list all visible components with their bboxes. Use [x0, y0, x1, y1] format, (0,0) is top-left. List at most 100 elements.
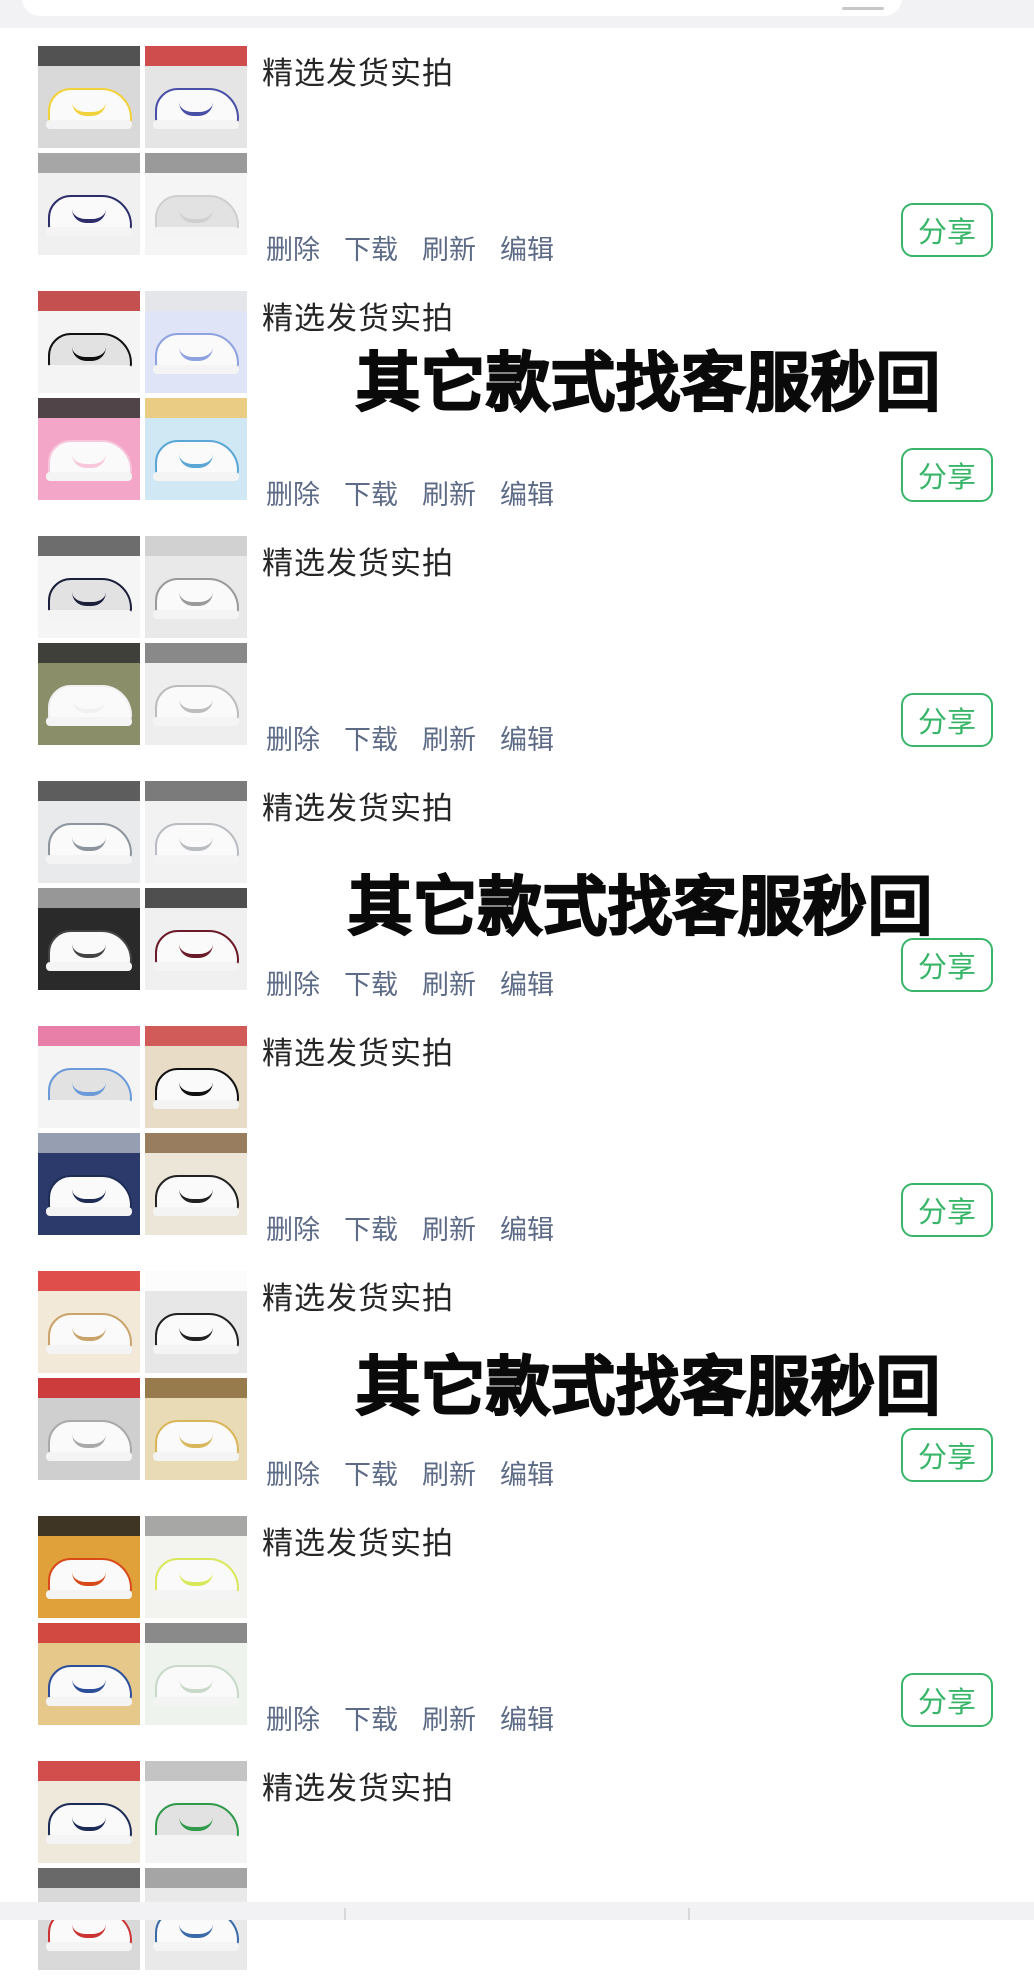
product-photo[interactable] — [145, 643, 247, 745]
download-link[interactable]: 下载 — [344, 228, 398, 267]
refresh-link[interactable]: 刷新 — [422, 228, 476, 267]
post-actions: 删除 下载 刷新 编辑 — [266, 1208, 554, 1247]
refresh-link[interactable]: 刷新 — [422, 1208, 476, 1247]
refresh-link[interactable]: 刷新 — [422, 473, 476, 512]
delete-link[interactable]: 删除 — [266, 1453, 320, 1492]
post-item: 精选发货实拍 删除 下载 刷新 编辑 分享 — [0, 1008, 1034, 1253]
delete-link[interactable]: 删除 — [266, 718, 320, 757]
product-photo[interactable] — [145, 1761, 247, 1863]
share-button[interactable]: 分享 — [901, 1673, 993, 1727]
sneaker-sole — [46, 717, 132, 726]
product-photo[interactable] — [38, 1271, 140, 1373]
photo-grid — [38, 1516, 248, 1726]
photo-grid — [38, 1761, 248, 1971]
background-box — [145, 781, 247, 801]
edit-link[interactable]: 编辑 — [500, 1208, 554, 1247]
product-photo[interactable] — [38, 536, 140, 638]
photo-grid — [38, 46, 248, 256]
product-photo[interactable] — [38, 1026, 140, 1128]
share-button[interactable]: 分享 — [901, 1428, 993, 1482]
sneaker-sole — [46, 1942, 132, 1951]
product-photo[interactable] — [145, 1133, 247, 1235]
product-photo[interactable] — [38, 46, 140, 148]
download-link[interactable]: 下载 — [344, 473, 398, 512]
download-link[interactable]: 下载 — [344, 1453, 398, 1492]
product-photo[interactable] — [38, 1378, 140, 1480]
background-box — [38, 46, 140, 66]
background-box — [38, 291, 140, 311]
photo-grid — [38, 536, 248, 746]
product-photo[interactable] — [145, 153, 247, 255]
edit-link[interactable]: 编辑 — [500, 1698, 554, 1737]
photo-grid — [38, 781, 248, 991]
product-photo[interactable] — [145, 398, 247, 500]
post-actions: 删除 下载 刷新 编辑 — [266, 1698, 554, 1737]
product-photo[interactable] — [38, 398, 140, 500]
edit-link[interactable]: 编辑 — [500, 228, 554, 267]
background-box — [38, 398, 140, 418]
product-photo[interactable] — [145, 781, 247, 883]
product-photo[interactable] — [145, 1271, 247, 1373]
post-actions: 删除 下载 刷新 编辑 — [266, 473, 554, 512]
sneaker-sole — [46, 855, 132, 864]
product-photo[interactable] — [38, 643, 140, 745]
download-link[interactable]: 下载 — [344, 1208, 398, 1247]
post-item: 精选发货实拍 删除 下载 刷新 编辑 分享 — [0, 28, 1034, 273]
refresh-link[interactable]: 刷新 — [422, 1698, 476, 1737]
sneaker-sole — [153, 962, 239, 971]
product-photo[interactable] — [145, 46, 247, 148]
edit-link[interactable]: 编辑 — [500, 1453, 554, 1492]
product-photo[interactable] — [38, 291, 140, 393]
sneaker-sole — [153, 1590, 239, 1599]
download-link[interactable]: 下载 — [344, 1698, 398, 1737]
sneaker-sole — [46, 1835, 132, 1844]
product-photo[interactable] — [38, 1133, 140, 1235]
sneaker-sole — [46, 472, 132, 481]
background-box — [38, 1271, 140, 1291]
sneaker-sole — [153, 1207, 239, 1216]
refresh-link[interactable]: 刷新 — [422, 963, 476, 1002]
background-box — [145, 643, 247, 663]
product-photo[interactable] — [38, 1623, 140, 1725]
sneaker-sole — [46, 120, 132, 129]
product-photo[interactable] — [145, 536, 247, 638]
download-link[interactable]: 下载 — [344, 963, 398, 1002]
delete-link[interactable]: 删除 — [266, 963, 320, 1002]
product-photo[interactable] — [38, 1516, 140, 1618]
product-photo[interactable] — [38, 1761, 140, 1863]
search-bar-handle — [842, 7, 884, 10]
refresh-link[interactable]: 刷新 — [422, 718, 476, 757]
product-photo[interactable] — [38, 781, 140, 883]
delete-link[interactable]: 删除 — [266, 1208, 320, 1247]
background-box — [145, 291, 247, 311]
edit-link[interactable]: 编辑 — [500, 473, 554, 512]
background-box — [145, 1868, 247, 1888]
delete-link[interactable]: 删除 — [266, 228, 320, 267]
product-photo[interactable] — [38, 153, 140, 255]
share-button[interactable]: 分享 — [901, 448, 993, 502]
sneaker-sole — [153, 1452, 239, 1461]
product-photo[interactable] — [145, 1623, 247, 1725]
tab-divider — [344, 1908, 346, 1920]
delete-link[interactable]: 删除 — [266, 473, 320, 512]
product-photo[interactable] — [145, 1378, 247, 1480]
post-title: 精选发货实拍 — [262, 791, 454, 827]
share-button[interactable]: 分享 — [901, 203, 993, 257]
background-box — [38, 1378, 140, 1398]
delete-link[interactable]: 删除 — [266, 1698, 320, 1737]
sneaker-sole — [46, 1452, 132, 1461]
download-link[interactable]: 下载 — [344, 718, 398, 757]
product-photo[interactable] — [145, 1026, 247, 1128]
product-photo[interactable] — [145, 291, 247, 393]
product-photo[interactable] — [38, 888, 140, 990]
product-photo[interactable] — [145, 1516, 247, 1618]
edit-link[interactable]: 编辑 — [500, 963, 554, 1002]
search-bar[interactable] — [22, 0, 902, 16]
product-photo[interactable] — [145, 888, 247, 990]
sneaker-sole — [153, 1835, 239, 1844]
share-button[interactable]: 分享 — [901, 1183, 993, 1237]
edit-link[interactable]: 编辑 — [500, 718, 554, 757]
background-box — [145, 1026, 247, 1046]
share-button[interactable]: 分享 — [901, 693, 993, 747]
refresh-link[interactable]: 刷新 — [422, 1453, 476, 1492]
